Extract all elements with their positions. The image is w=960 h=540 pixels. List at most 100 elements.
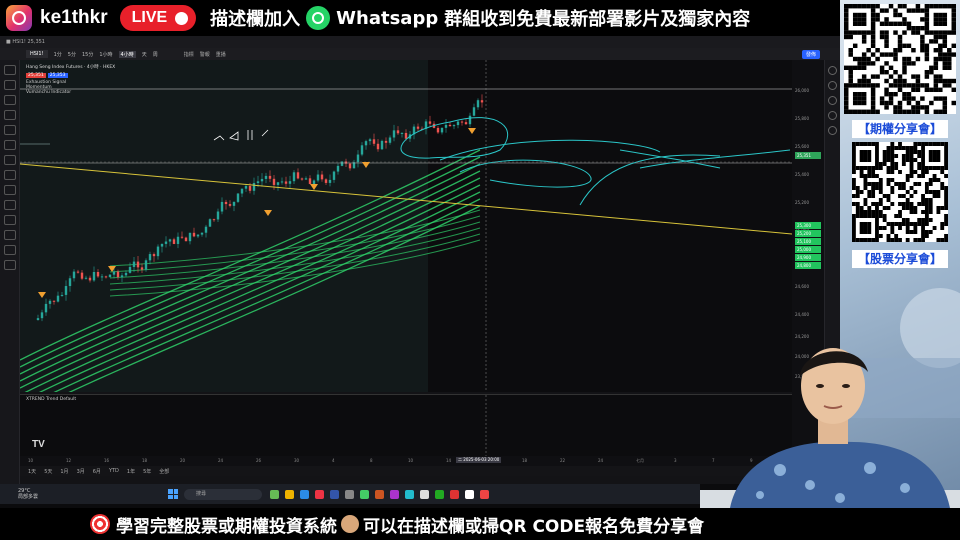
range-6m[interactable]: 6月 bbox=[93, 468, 101, 475]
zoom-tool-icon[interactable] bbox=[3, 200, 16, 210]
app-icon[interactable] bbox=[270, 489, 279, 499]
candle-body bbox=[160, 243, 164, 247]
taskbar-apps bbox=[270, 489, 489, 499]
alert-button[interactable]: 警報 bbox=[200, 51, 210, 58]
app-icon[interactable] bbox=[315, 489, 324, 499]
time-label: 七月 bbox=[636, 458, 644, 463]
candle-body bbox=[112, 271, 116, 275]
weather-desc: 局部多雲 bbox=[18, 494, 39, 500]
pattern-tool-icon[interactable] bbox=[3, 110, 16, 120]
taskbar-search[interactable]: 搜尋 bbox=[184, 488, 262, 500]
app-icon[interactable] bbox=[420, 489, 429, 499]
app-icon[interactable] bbox=[345, 489, 354, 499]
price-chart[interactable]: Hang Seng Index Futures · 4小時 · HKEX 25,… bbox=[19, 60, 793, 417]
candle-body bbox=[68, 278, 72, 287]
stocks-label: 【股票分享會】 bbox=[852, 250, 948, 268]
calendar-icon[interactable] bbox=[828, 126, 837, 135]
tf-15m[interactable]: 15分 bbox=[82, 51, 93, 58]
emoji-tool-icon[interactable] bbox=[3, 170, 16, 180]
candle-body bbox=[252, 183, 256, 191]
brush-tool-icon[interactable] bbox=[3, 140, 16, 150]
projection-tool-icon[interactable] bbox=[3, 125, 16, 135]
app-icon[interactable] bbox=[435, 489, 444, 499]
ruler-tool-icon[interactable] bbox=[3, 185, 16, 195]
range-all[interactable]: 全部 bbox=[159, 468, 169, 475]
app-icon[interactable] bbox=[375, 489, 384, 499]
candle-body bbox=[304, 178, 308, 180]
candle-body bbox=[428, 121, 432, 124]
candle-body bbox=[400, 132, 404, 134]
price-label: 25,600 bbox=[795, 144, 809, 149]
symbol-search[interactable]: HSI1! bbox=[26, 50, 48, 58]
app-icon[interactable] bbox=[405, 489, 414, 499]
hide-tool-icon[interactable] bbox=[3, 245, 16, 255]
range-5d[interactable]: 5天 bbox=[44, 468, 52, 475]
app-icon[interactable] bbox=[390, 489, 399, 499]
publish-button[interactable]: 發佈 bbox=[801, 49, 820, 59]
candle-body bbox=[116, 271, 120, 278]
range-1y[interactable]: 1年 bbox=[127, 468, 135, 475]
weather-widget[interactable]: 29°C 局部多雲 bbox=[18, 488, 78, 500]
replay-button[interactable]: 重播 bbox=[216, 51, 226, 58]
price-label: 24,600 bbox=[795, 284, 809, 289]
chart-canvas[interactable] bbox=[19, 60, 793, 417]
legend-title: Hang Seng Index Futures · 4小時 · HKEX bbox=[26, 65, 116, 70]
folder-icon[interactable] bbox=[285, 489, 294, 499]
app-icon[interactable] bbox=[480, 489, 489, 499]
stream-top-banner: ke1thkr LIVE 描述欄加入 Whatsapp 群組收到免費最新部署影片… bbox=[0, 0, 840, 36]
target-icon bbox=[90, 514, 110, 534]
app-icon[interactable] bbox=[450, 489, 459, 499]
watchlist-icon[interactable] bbox=[828, 66, 837, 75]
lock-tool-icon[interactable] bbox=[3, 230, 16, 240]
candle-body bbox=[220, 201, 224, 212]
candle-body bbox=[60, 294, 64, 296]
range-1d[interactable]: 1天 bbox=[28, 468, 36, 475]
app-icon[interactable] bbox=[465, 489, 474, 499]
candle-body bbox=[464, 122, 468, 125]
magnet-tool-icon[interactable] bbox=[3, 215, 16, 225]
range-5y[interactable]: 5年 bbox=[143, 468, 151, 475]
green-level-tag: 24,900 bbox=[795, 254, 821, 261]
candle-body bbox=[384, 140, 388, 143]
app-icon[interactable] bbox=[330, 489, 339, 499]
candle-body bbox=[64, 286, 68, 295]
candle-body bbox=[324, 179, 328, 183]
news-icon[interactable] bbox=[828, 96, 837, 105]
range-ytd[interactable]: YTD bbox=[109, 468, 119, 474]
indicator-legend: XTREND Trend Default bbox=[26, 397, 77, 402]
candle-body bbox=[456, 121, 460, 126]
chat-icon[interactable] bbox=[828, 111, 837, 120]
alerts-icon[interactable] bbox=[828, 81, 837, 90]
trash-tool-icon[interactable] bbox=[3, 260, 16, 270]
text-tool-icon[interactable] bbox=[3, 155, 16, 165]
candle-body bbox=[460, 121, 464, 123]
buy-box[interactable]: 25,353 bbox=[47, 73, 68, 78]
qr-code-options[interactable] bbox=[844, 4, 956, 114]
indicators-button[interactable]: 指標 bbox=[184, 51, 194, 58]
edge-icon[interactable] bbox=[300, 489, 309, 499]
trendline-tool-icon[interactable] bbox=[3, 80, 16, 90]
candle-body bbox=[296, 172, 300, 179]
indicator-pane[interactable]: XTREND Trend Default TV bbox=[20, 394, 792, 457]
candle-body bbox=[308, 178, 312, 184]
candle-body bbox=[156, 246, 160, 257]
tf-1h[interactable]: 1小時 bbox=[99, 51, 112, 58]
tf-1d[interactable]: 天 bbox=[142, 51, 147, 58]
fib-tool-icon[interactable] bbox=[3, 95, 16, 105]
tf-4h[interactable]: 4小時 bbox=[118, 50, 136, 58]
green-level-tag: 25,000 bbox=[795, 246, 821, 253]
tf-1w[interactable]: 周 bbox=[153, 51, 158, 58]
qr-code-stocks[interactable] bbox=[852, 142, 948, 242]
time-axis[interactable]: 101216182024263048101416182224七月379 bbox=[20, 456, 792, 466]
crosshair-tool-icon[interactable] bbox=[3, 65, 16, 75]
range-1m[interactable]: 1月 bbox=[60, 468, 68, 475]
stream-bottom-banner: 學習完整股票或期權投資系統 可以在描述欄或掃QR CODE報名免費分享會 bbox=[0, 508, 960, 540]
tab-chart[interactable]: ■ HSI1! 25,351 bbox=[6, 39, 45, 45]
tf-5m[interactable]: 5分 bbox=[68, 51, 76, 58]
candle-body bbox=[312, 180, 316, 184]
app-icon[interactable] bbox=[360, 489, 369, 499]
range-3m[interactable]: 3月 bbox=[77, 468, 85, 475]
tf-1m[interactable]: 1分 bbox=[54, 51, 62, 58]
sell-box[interactable]: 25,351 bbox=[26, 73, 46, 78]
windows-start-icon[interactable] bbox=[168, 489, 178, 499]
